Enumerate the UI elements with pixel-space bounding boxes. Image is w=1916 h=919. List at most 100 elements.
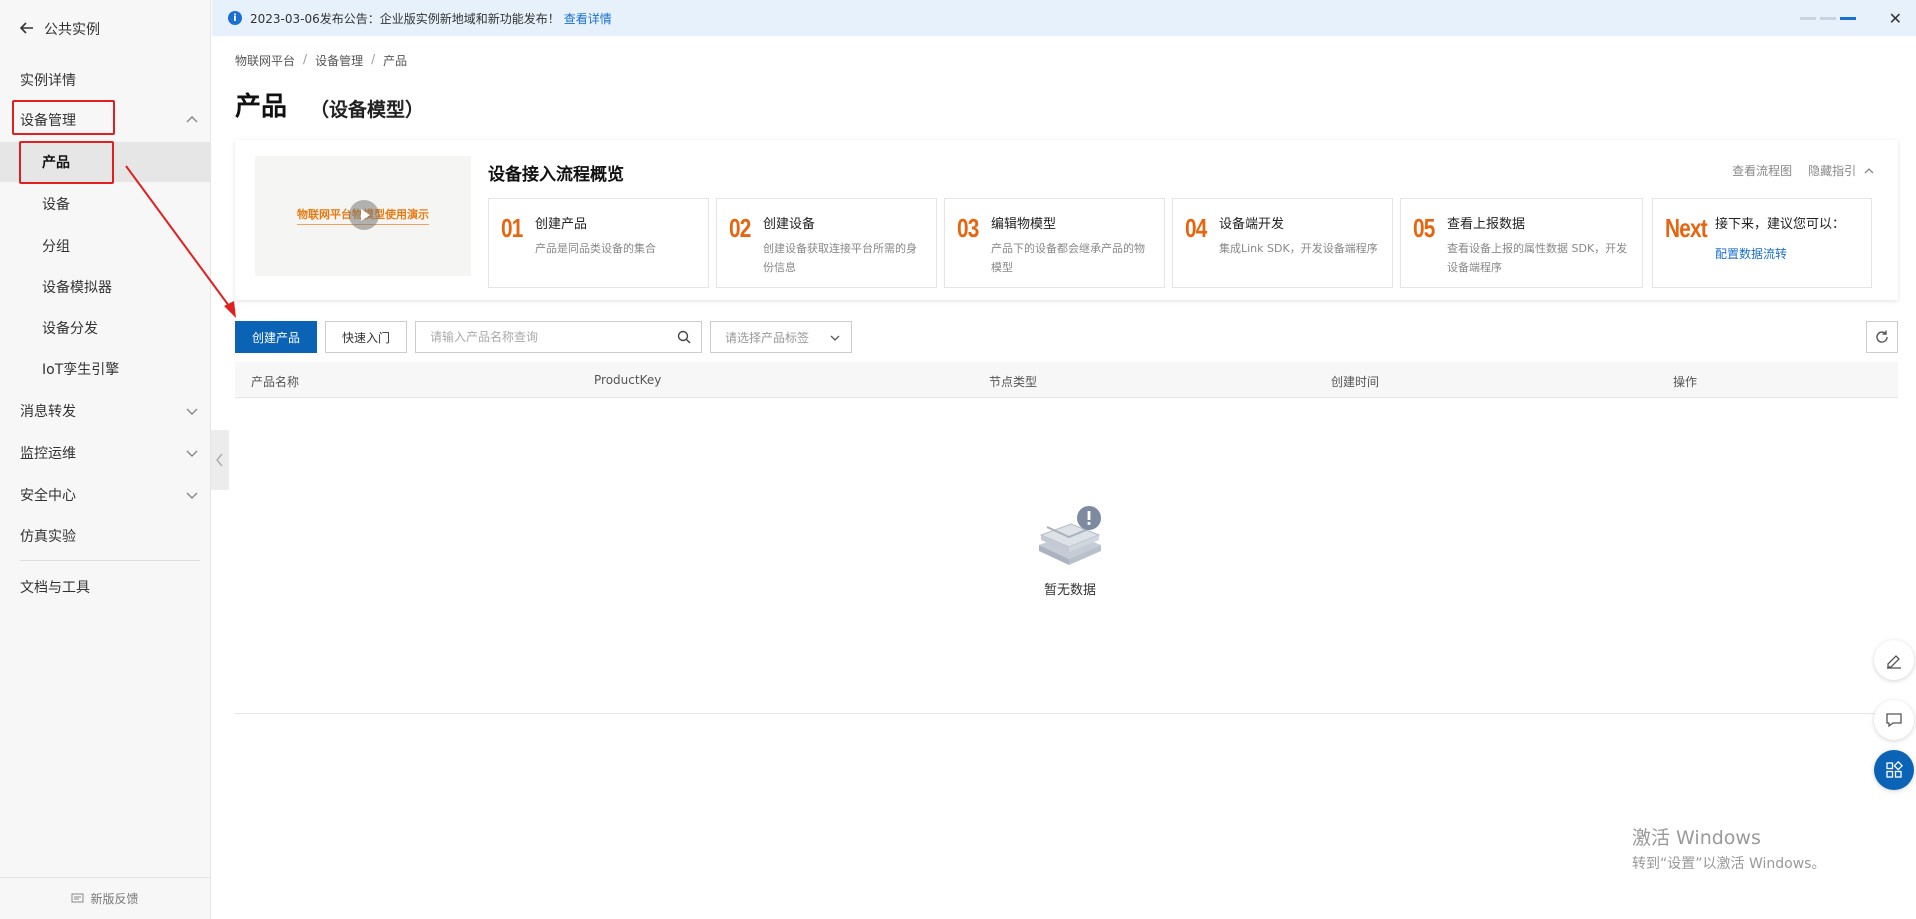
- sidebar-item-label: 仿真实验: [20, 529, 76, 545]
- flow-step[interactable]: 04 设备端开发 集成Link SDK，开发设备端程序: [1172, 198, 1393, 288]
- sidebar-item-label: 监控运维: [20, 446, 76, 462]
- refresh-button[interactable]: [1866, 321, 1898, 353]
- step-number: 05: [1413, 213, 1435, 243]
- sidebar-item-message-forwarding[interactable]: 消息转发: [0, 391, 210, 431]
- quickstart-button[interactable]: 快速入门: [325, 321, 407, 353]
- feedback-label: 新版反馈: [90, 892, 139, 906]
- feedback-button[interactable]: 新版反馈: [0, 877, 210, 919]
- arrow-left-icon: [19, 20, 34, 39]
- step-desc: 产品下的设备都会继承产品的物模型: [991, 242, 1145, 274]
- step-title: 查看上报数据: [1447, 217, 1526, 232]
- back-label: 公共实例: [44, 22, 100, 38]
- sidebar-item-instance-detail[interactable]: 实例详情: [0, 60, 210, 100]
- chevron-left-icon: [216, 453, 223, 467]
- step-number: Next: [1665, 213, 1708, 243]
- feedback-icon: [71, 893, 84, 902]
- product-search: [415, 321, 702, 353]
- sidebar-item-label: 实例详情: [20, 73, 76, 89]
- step-desc: 创建设备获取连接平台所需的身份信息: [763, 242, 917, 274]
- column-header: ProductKey: [594, 373, 662, 387]
- sidebar-item-label: 消息转发: [20, 404, 76, 420]
- sidebar-item-security-center[interactable]: 安全中心: [0, 475, 210, 515]
- step-desc: 查看设备上报的属性数据 SDK，开发设备端程序: [1447, 242, 1628, 274]
- sidebar-item-label: 设备分发: [42, 321, 98, 337]
- toolbar: 创建产品 快速入门 请选择产品标签: [235, 321, 852, 353]
- empty-data-icon: [1039, 506, 1101, 565]
- announcement-bar: i 2023-03-06发布公告：企业版实例新地域和新功能发布！ 查看详情 ✕: [212, 0, 1916, 36]
- step-title: 编辑物模型: [991, 217, 1057, 232]
- breadcrumb-item[interactable]: 设备管理: [315, 52, 363, 69]
- watermark-line2: 转到“设置”以激活 Windows。: [1632, 856, 1826, 872]
- breadcrumb: 物联网平台 / 设备管理 / 产品: [235, 52, 408, 69]
- breadcrumb-item[interactable]: 物联网平台: [235, 52, 295, 69]
- page-subtitle: （设备模型）: [310, 99, 425, 121]
- edit-float-button[interactable]: [1874, 640, 1914, 680]
- step-desc: 集成Link SDK，开发设备端程序: [1219, 242, 1378, 255]
- info-icon: i: [228, 11, 242, 25]
- flow-step[interactable]: 02 创建设备 创建设备获取连接平台所需的身份信息: [716, 198, 937, 288]
- product-tag-select[interactable]: 请选择产品标签: [710, 321, 852, 353]
- configure-data-forwarding-link[interactable]: 配置数据流转: [1715, 245, 1787, 262]
- play-icon[interactable]: [349, 200, 379, 230]
- windows-activation-watermark: 激活 Windows 转到“设置”以激活 Windows。: [1632, 823, 1825, 873]
- step-number: 03: [957, 213, 979, 243]
- demo-video[interactable]: 物联网平台物模型使用演示: [255, 156, 471, 276]
- announcement-link[interactable]: 查看详情: [564, 10, 612, 27]
- sidebar-collapse-toggle[interactable]: [211, 430, 229, 490]
- step-number: 02: [729, 213, 751, 243]
- step-desc: 产品是同品类设备的集合: [535, 242, 656, 255]
- sidebar-item-monitoring[interactable]: 监控运维: [0, 433, 210, 473]
- select-placeholder: 请选择产品标签: [725, 330, 810, 345]
- step-number: 01: [501, 213, 523, 243]
- refresh-icon: [1876, 330, 1888, 343]
- column-header: 产品名称: [251, 375, 300, 389]
- apps-float-button[interactable]: [1874, 750, 1914, 790]
- sidebar-item-label: 文档与工具: [20, 580, 90, 596]
- search-icon[interactable]: [677, 330, 691, 344]
- chevron-down-icon: [186, 408, 198, 415]
- apps-grid-icon: [1886, 761, 1903, 778]
- annotation-box-device-management: [12, 100, 115, 135]
- column-header: 操作: [1673, 375, 1698, 389]
- flow-step[interactable]: 03 编辑物模型 产品下的设备都会继承产品的物模型: [944, 198, 1165, 288]
- step-title: 设备端开发: [1219, 217, 1285, 232]
- column-header: 创建时间: [1331, 375, 1380, 389]
- flow-step-next: Next 接下来，建议您可以： 配置数据流转: [1652, 198, 1872, 288]
- view-flowchart-link[interactable]: 查看流程图: [1732, 162, 1792, 179]
- sidebar-item-label: 分组: [42, 239, 70, 255]
- watermark-line1: 激活 Windows: [1632, 827, 1761, 849]
- sidebar-item-label: IoT孪生引擎: [42, 362, 120, 378]
- flow-step[interactable]: 05 查看上报数据 查看设备上报的属性数据 SDK，开发设备端程序: [1400, 198, 1643, 288]
- empty-text: 暂无数据: [1043, 583, 1096, 598]
- access-flow-overview: 物联网平台物模型使用演示 设备接入流程概览 查看流程图 隐藏指引 01 创建产品…: [235, 140, 1898, 300]
- announcement-pager[interactable]: [1800, 17, 1856, 20]
- flow-step[interactable]: 01 创建产品 产品是同品类设备的集合: [488, 198, 709, 288]
- sidebar-item-label: 设备: [42, 197, 70, 213]
- breadcrumb-item: 产品: [383, 54, 408, 68]
- announcement-text: 2023-03-06发布公告：企业版实例新地域和新功能发布！: [250, 11, 560, 26]
- chevron-up-icon: [1864, 168, 1874, 174]
- edit-icon: [1887, 655, 1901, 669]
- chevron-down-icon: [186, 450, 198, 457]
- chat-icon: [1886, 713, 1902, 728]
- sidebar: 公共实例 实例详情 设备管理 产品 设备 分组 设备模拟器 设备分发 IoT孪生…: [0, 0, 211, 919]
- annotation-box-product: [19, 141, 114, 184]
- hide-guide-link[interactable]: 隐藏指引: [1808, 162, 1874, 179]
- chevron-up-icon: [186, 116, 198, 123]
- sidebar-item-label: 设备模拟器: [42, 280, 112, 296]
- chevron-down-icon: [186, 492, 198, 499]
- sidebar-item-iot-twin-engine[interactable]: IoT孪生引擎: [0, 349, 210, 389]
- sidebar-divider: [20, 560, 200, 561]
- search-input[interactable]: [416, 322, 666, 352]
- close-icon[interactable]: ✕: [1889, 9, 1902, 28]
- step-title: 创建产品: [535, 217, 588, 232]
- sidebar-item-simulation-lab[interactable]: 仿真实验: [0, 516, 210, 556]
- annotation-arrow: [125, 165, 236, 318]
- table-bottom-border: [235, 713, 1898, 714]
- step-title: 接下来，建议您可以：: [1715, 217, 1846, 232]
- back-to-instances[interactable]: 公共实例: [19, 18, 100, 40]
- chevron-down-icon: [830, 335, 840, 341]
- sidebar-item-docs-tools[interactable]: 文档与工具: [0, 567, 210, 607]
- sidebar-item-label: 安全中心: [20, 488, 76, 504]
- chat-float-button[interactable]: [1874, 700, 1914, 740]
